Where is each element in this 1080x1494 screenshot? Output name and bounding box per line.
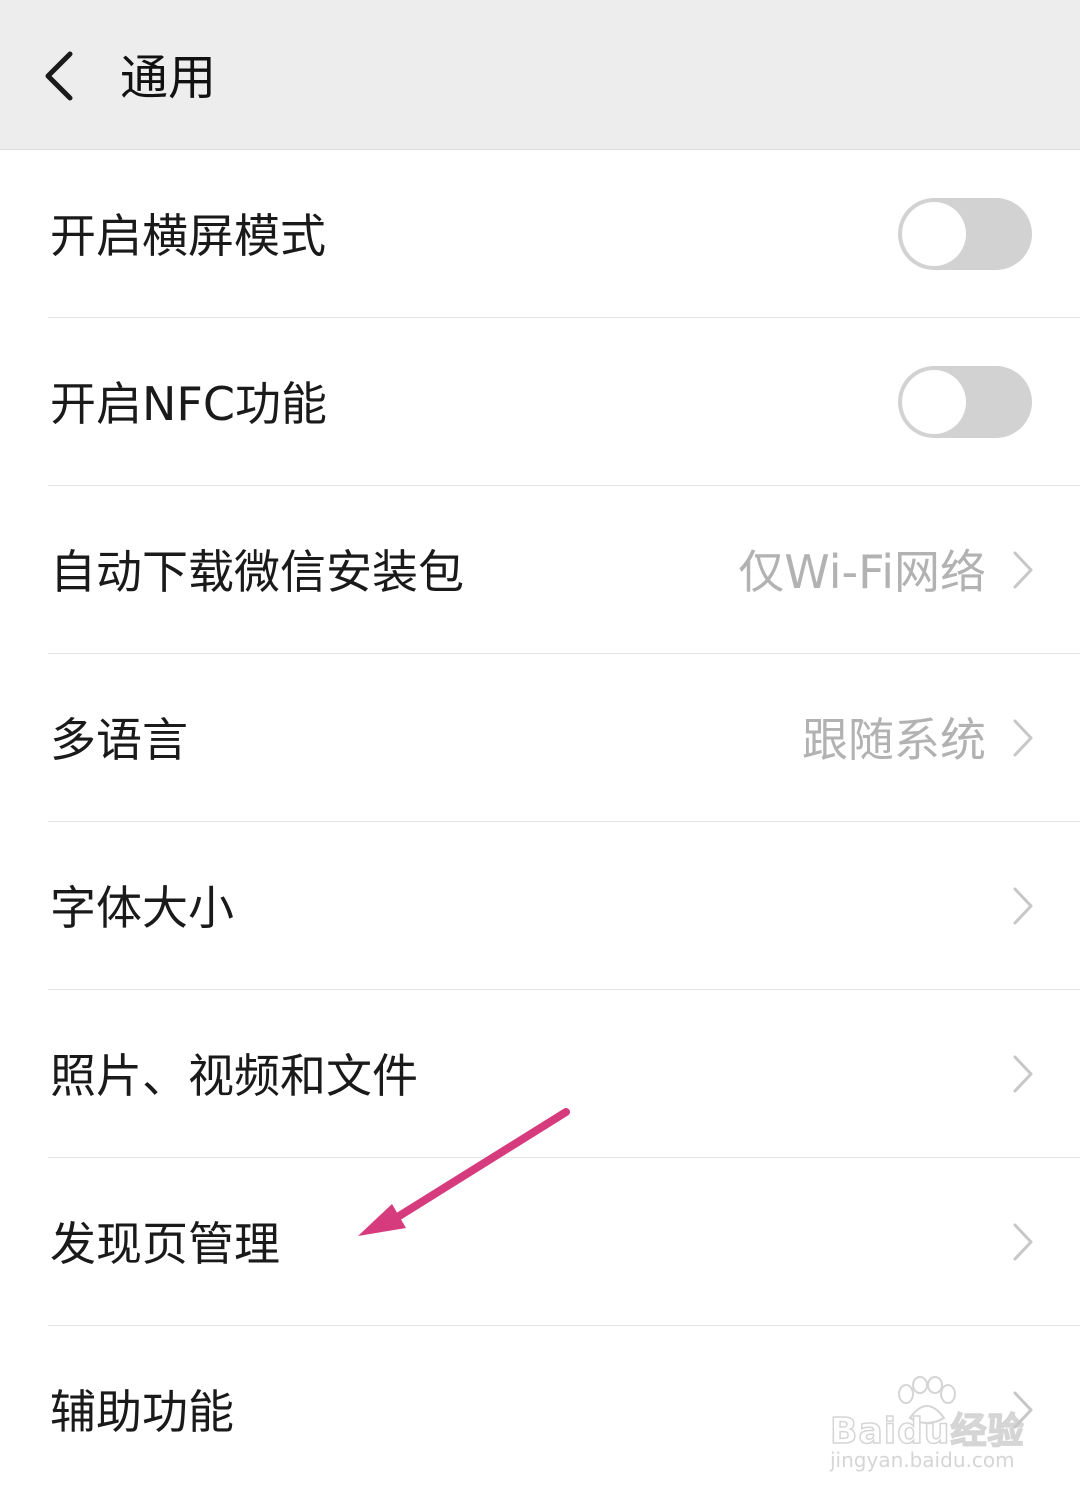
- setting-language[interactable]: 多语言 跟随系统: [0, 654, 1080, 822]
- chevron-right-icon: [1013, 719, 1033, 757]
- baidu-jingyan-watermark: Baidu经验 jingyan.baidu.com: [826, 1376, 1026, 1476]
- chevron-right-icon: [1013, 887, 1033, 925]
- setting-landscape-mode[interactable]: 开启横屏模式: [0, 150, 1080, 318]
- setting-label: 辅助功能: [50, 1385, 234, 1439]
- setting-label: 开启横屏模式: [50, 209, 326, 263]
- page-title: 通用: [120, 50, 217, 106]
- setting-label: 发现页管理: [50, 1217, 280, 1271]
- annotation-arrow-icon: [358, 1108, 570, 1236]
- setting-label: 字体大小: [50, 881, 234, 935]
- setting-auto-download[interactable]: 自动下载微信安装包 仅Wi-Fi网络: [0, 486, 1080, 654]
- chevron-right-icon: [1013, 551, 1033, 589]
- setting-label: 开启NFC功能: [50, 377, 327, 431]
- settings-list: 开启横屏模式 开启NFC功能 自动下载微信安装包 仅Wi-Fi网络 多语言 跟随…: [0, 150, 1080, 1494]
- setting-label: 照片、视频和文件: [50, 1049, 418, 1103]
- setting-label: 多语言: [50, 713, 188, 767]
- top-bar: 通用: [0, 0, 1080, 150]
- watermark-brand: Baidu经验: [829, 1410, 1025, 1453]
- setting-label: 自动下载微信安装包: [50, 545, 464, 599]
- setting-nfc[interactable]: 开启NFC功能: [0, 318, 1080, 486]
- landscape-mode-toggle[interactable]: [898, 198, 1032, 270]
- watermark-url: jingyan.baidu.com: [830, 1448, 1015, 1472]
- nfc-toggle[interactable]: [898, 366, 1032, 438]
- back-button[interactable]: [22, 30, 102, 122]
- chevron-right-icon: [1013, 1223, 1033, 1261]
- toggle-knob: [902, 370, 966, 434]
- chevron-left-icon: [45, 51, 73, 101]
- chevron-right-icon: [1013, 1055, 1033, 1093]
- setting-font-size[interactable]: 字体大小: [0, 822, 1080, 990]
- setting-value: 跟随系统: [802, 713, 986, 767]
- setting-value: 仅Wi-Fi网络: [738, 545, 986, 599]
- toggle-knob: [902, 202, 966, 266]
